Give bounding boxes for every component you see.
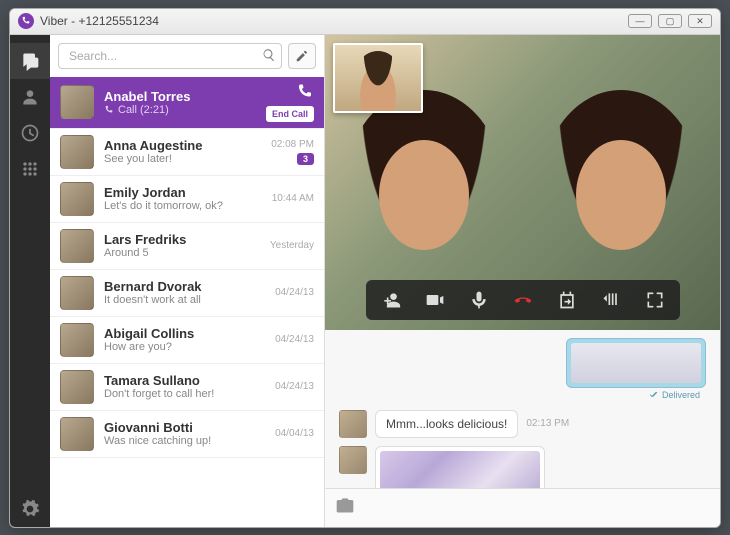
call-toolbar [366,280,680,320]
nav-chats[interactable] [10,43,50,79]
conversation-preview: Let's do it tomorrow, ok? [104,200,272,212]
message-out-image: Delivered [339,338,706,402]
conversation-list: Anabel TorresCall (2:21)End CallAnna Aug… [50,35,325,527]
conversation-time: 04/24/13 [275,287,314,298]
message-in-text: Mmm...looks delicious! 02:13 PM [339,410,706,438]
maximize-button[interactable]: ▢ [658,14,682,28]
unread-badge: 3 [297,153,314,165]
attach-photo-button[interactable] [335,495,355,520]
window-title: Viber - +12125551234 [40,14,159,28]
message-bubble: Mmm...looks delicious! [375,410,518,438]
conversation-time: 10:44 AM [272,193,314,204]
conversation-preview: It doesn't work at all [104,294,275,306]
conversation-preview: How are you? [104,341,275,353]
avatar [60,85,94,119]
window-controls: — ▢ ✕ [628,14,712,28]
conversation-time: 04/04/13 [275,428,314,439]
conversation-preview: Around 5 [104,247,270,259]
close-button[interactable]: ✕ [688,14,712,28]
call-add-contact-button[interactable] [370,284,412,316]
nav-rail [10,35,50,527]
message-input-area [325,488,720,527]
call-transfer-button[interactable] [546,284,588,316]
conversation-item[interactable]: Bernard DvorakIt doesn't work at all04/2… [50,270,324,317]
conversation-preview: Don't forget to call her! [104,388,275,400]
titlebar[interactable]: Viber - +12125551234 — ▢ ✕ [10,9,720,35]
nav-contacts[interactable] [10,79,50,115]
nav-dialpad[interactable] [10,151,50,187]
conversation-item[interactable]: Tamara SullanoDon't forget to call her!0… [50,364,324,411]
avatar [60,276,94,310]
call-fullscreen-button[interactable] [634,284,676,316]
avatar [60,323,94,357]
avatar [339,410,367,438]
app-window: Viber - +12125551234 — ▢ ✕ Anabel Torr [9,8,721,528]
nav-settings[interactable] [10,491,50,527]
conversation-item[interactable]: Giovanni BottiWas nice catching up!04/04… [50,411,324,458]
conversation-item[interactable]: Abigail CollinsHow are you?04/24/13 [50,317,324,364]
nav-recents[interactable] [10,115,50,151]
search-input-wrapper [58,43,282,69]
end-call-button[interactable]: End Call [266,106,314,122]
conversation-items[interactable]: Anabel TorresCall (2:21)End CallAnna Aug… [50,77,324,527]
compose-button[interactable] [288,43,316,69]
conversation-name: Lars Fredriks [104,232,270,247]
search-input[interactable] [58,43,282,69]
conversation-name: Giovanni Botti [104,420,275,435]
conversation-name: Abigail Collins [104,326,275,341]
call-mute-button[interactable] [458,284,500,316]
conversation-name: Bernard Dvorak [104,279,275,294]
call-quality-icon[interactable] [590,284,632,316]
conversation-item[interactable]: Emily JordanLet's do it tomorrow, ok?10:… [50,176,324,223]
video-call-area [325,35,720,330]
conversation-time: 04/24/13 [275,381,314,392]
sent-image-bubble[interactable] [566,338,706,388]
conversation-preview: See you later! [104,153,271,165]
delivered-status: Delivered [643,388,706,402]
conversation-name: Anna Augestine [104,138,271,153]
conversation-item[interactable]: Anabel TorresCall (2:21)End Call [50,77,324,129]
conversation-preview: Call (2:21) [104,104,266,116]
conversation-item[interactable]: Lars FredriksAround 5Yesterday [50,223,324,270]
call-hangup-button[interactable] [502,284,544,316]
avatar [60,370,94,404]
message-list[interactable]: Delivered Mmm...looks delicious! 02:13 P… [325,330,720,488]
image-bubble[interactable] [375,446,545,488]
minimize-button[interactable]: — [628,14,652,28]
viber-logo-icon [18,13,34,29]
avatar [60,229,94,263]
message-in-image [339,446,706,488]
conversation-time: 04/24/13 [275,334,314,345]
avatar [339,446,367,474]
conversation-item[interactable]: Anna AugestineSee you later!02:08 PM 3 [50,129,324,176]
conversation-time: 02:08 PM [271,139,314,150]
conversation-name: Anabel Torres [104,89,266,104]
avatar [60,135,94,169]
message-time: 02:13 PM [526,418,569,429]
conversation-name: Emily Jordan [104,185,272,200]
chat-pane: Delivered Mmm...looks delicious! 02:13 P… [325,35,720,527]
call-video-toggle-button[interactable] [414,284,456,316]
self-video-pip[interactable] [333,43,423,113]
conversation-preview: Was nice catching up! [104,435,275,447]
conversation-time: Yesterday [270,240,314,251]
avatar [60,182,94,216]
message-input[interactable] [363,495,710,521]
conversation-name: Tamara Sullano [104,373,275,388]
avatar [60,417,94,451]
search-icon [262,48,276,67]
